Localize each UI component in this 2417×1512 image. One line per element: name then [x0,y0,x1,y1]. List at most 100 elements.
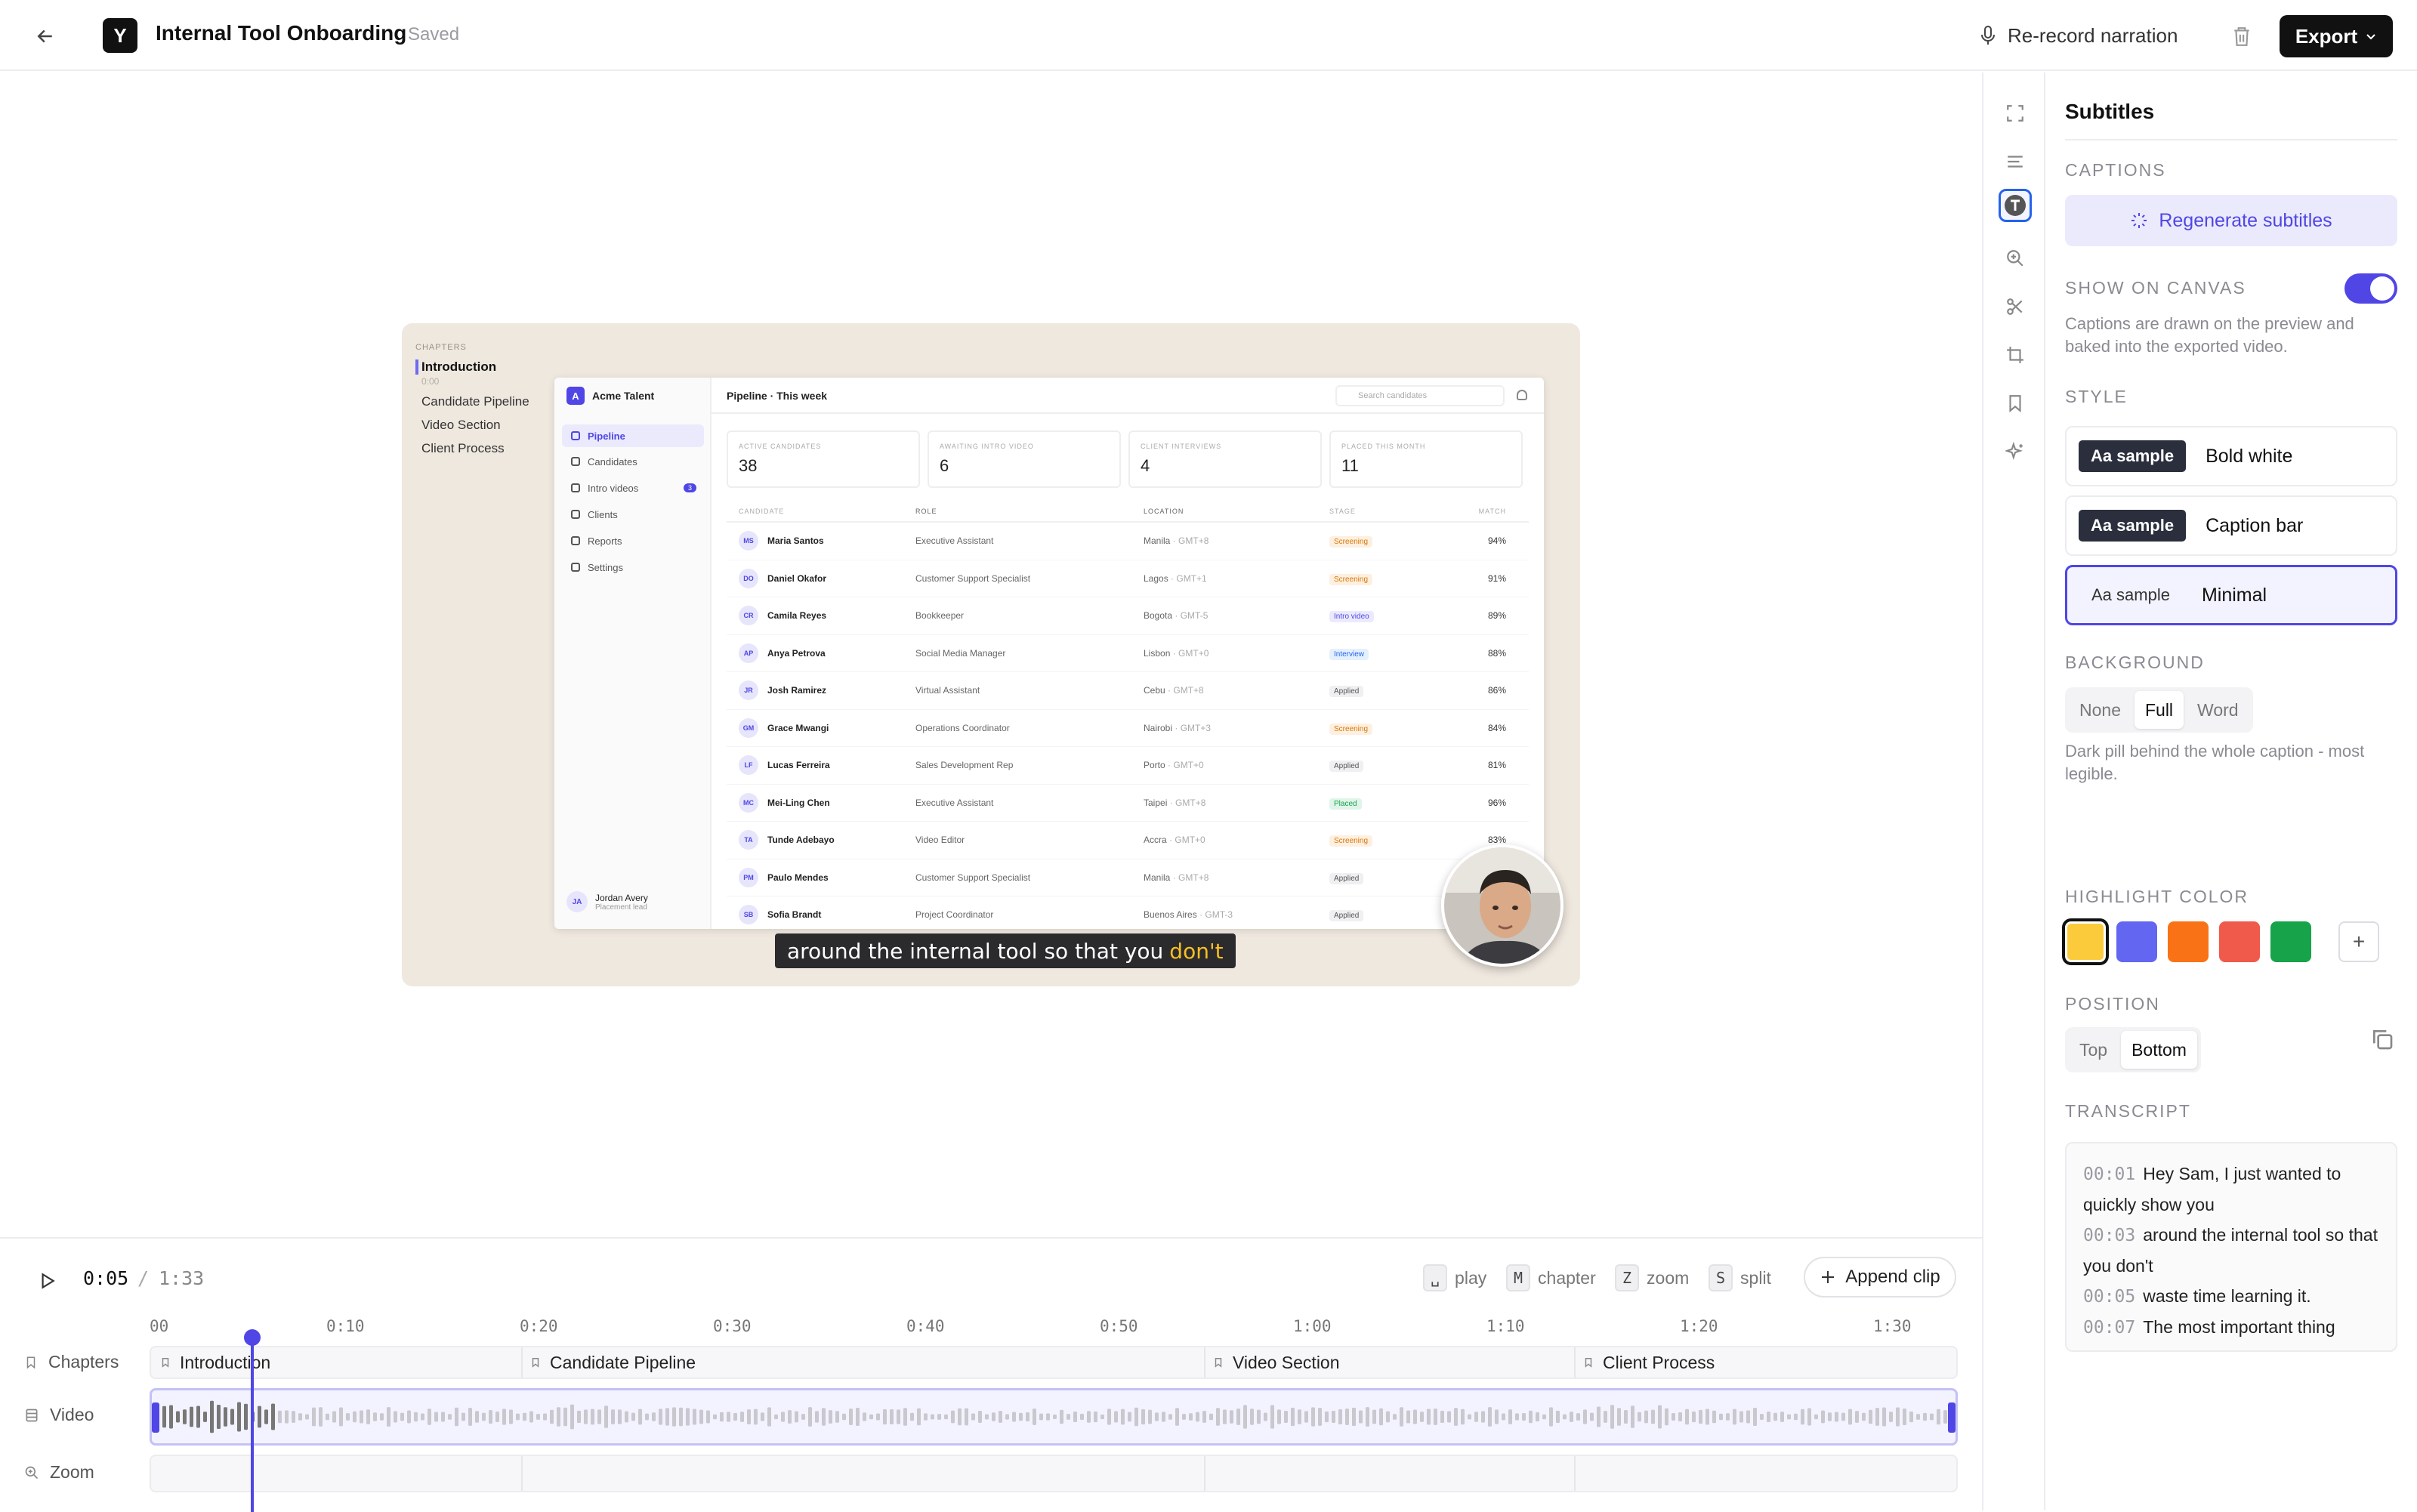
show-on-canvas-toggle[interactable] [2344,273,2397,304]
delete-button[interactable] [2227,21,2257,51]
waveform-bar [1175,1408,1179,1426]
chapter-item-video-section[interactable]: Video Section [415,418,566,433]
nav-icon [571,563,580,572]
recorded-nav-item-clients: Clients [562,503,704,526]
chapter-block-video-section[interactable]: Video Section [1213,1347,1340,1378]
chapters-tool[interactable] [1999,145,2032,178]
waveform-bar [1746,1410,1750,1424]
waveform-bar [822,1408,826,1426]
shortcut-play: ␣ play [1423,1263,1486,1293]
stat-label: PLACED THIS MONTH [1341,443,1426,450]
ruler-tick: 0:20 [520,1317,558,1335]
append-clip-button[interactable]: Append clip [1804,1257,1956,1298]
match-score: 88% [1487,647,1506,659]
waveform-bar [1767,1411,1770,1423]
position-option-bottom[interactable]: Bottom [2121,1031,2197,1069]
project-title[interactable]: Internal Tool Onboarding [156,21,406,45]
clip-end-handle[interactable] [1948,1402,1956,1433]
fullscreen-tool[interactable] [1999,97,2032,130]
waveform-bar [781,1412,785,1422]
chapter-item-client-process[interactable]: Client Process [415,441,566,456]
highlight-swatch[interactable] [2270,921,2311,962]
ruler-tick: 1:30 [1873,1317,1912,1335]
candidate-name: Lucas Ferreira [767,760,830,771]
transcript-line[interactable]: 00:07 The most important thing [2083,1312,2379,1343]
stat-label: CLIENT INTERVIEWS [1141,443,1222,450]
waveform-bar [414,1412,418,1422]
split-tool[interactable] [1999,290,2032,323]
waveform-bar [876,1413,880,1421]
waveform-bar [835,1411,839,1423]
rerecord-narration-button[interactable]: Re-record narration [1979,20,2178,51]
clip-start-handle[interactable] [152,1402,159,1433]
waveform-bar [1678,1412,1682,1422]
waveform-bar [1726,1413,1730,1421]
video-canvas[interactable]: CHAPTERS Introduction 0:00 Candidate Pip… [402,323,1580,986]
recorded-nav-item-settings: Settings [562,556,704,579]
waveform-bar [292,1411,295,1423]
zoom-tool[interactable] [1999,242,2032,275]
waveform-bar [387,1407,390,1427]
transcript-line[interactable]: 00:05 waste time learning it. [2083,1281,2379,1312]
style-option-bold-white[interactable]: Aa sample Bold white [2065,426,2397,486]
highlight-swatch[interactable] [2062,918,2109,965]
waveform-bar [1332,1411,1335,1423]
export-button[interactable]: Export [2280,15,2393,57]
caption-overlay[interactable]: around the internal tool so that you don… [775,933,1236,968]
waveform-bar [1379,1408,1383,1426]
highlight-color-heading: HIGHLIGHT COLOR [2065,887,2249,906]
style-option-minimal[interactable]: Aa sample Minimal [2065,565,2397,625]
waveform-bar [591,1409,594,1425]
background-option-word[interactable]: Word [2187,691,2249,729]
bookmark-icon [1585,1358,1592,1368]
effects-tool[interactable] [1999,435,2032,468]
ruler-tick: 1:00 [1293,1317,1332,1335]
chapter-block-candidate-pipeline[interactable]: Candidate Pipeline [530,1347,696,1378]
back-button[interactable] [30,21,60,51]
background-option-full[interactable]: Full [2134,691,2184,729]
stat-value: 38 [739,456,758,475]
avatar: GM [739,717,758,738]
waveform-bar [217,1404,221,1430]
chapter-block-introduction[interactable]: Introduction [160,1347,270,1378]
transcript-box[interactable]: 00:01 Hey Sam, I just wanted to quickly s… [2065,1142,2397,1352]
chapter-item-introduction[interactable]: Introduction [415,359,566,375]
user-role: Placement lead [595,903,647,912]
recorded-app-user: JA Jordan Avery Placement lead [566,891,648,912]
crop-tool[interactable] [1999,338,2032,372]
waveform-bar [808,1407,812,1427]
bookmark-tool[interactable] [1999,387,2032,420]
background-option-none[interactable]: None [2069,691,2131,729]
zoom-track[interactable] [150,1455,1958,1492]
waveform-bar [1033,1409,1036,1425]
waveform-bar [183,1409,187,1424]
position-option-top[interactable]: Top [2069,1031,2118,1069]
subtitles-tool[interactable] [1999,189,2032,222]
candidate-timezone: · GMT+8 [1168,685,1204,696]
presenter-avatar-icon [1444,847,1560,964]
play-button[interactable] [32,1266,62,1296]
webcam-bubble[interactable] [1441,844,1563,967]
panel-title: Subtitles [2065,100,2155,123]
transcript-line[interactable]: 00:03 around the internal tool so that yo… [2083,1220,2379,1281]
highlight-swatch[interactable] [2116,921,2157,962]
transcript-line[interactable]: 00:01 Hey Sam, I just wanted to quickly s… [2083,1159,2379,1220]
shortcut-label: split [1740,1267,1771,1288]
brand-name: Acme Talent [592,390,655,402]
candidate-name: Anya Petrova [767,647,826,659]
waveform-bar [1828,1412,1832,1421]
waveform-bar [829,1410,832,1424]
waveform-bar [1841,1412,1845,1421]
regenerate-subtitles-button[interactable]: Regenerate subtitles [2065,195,2397,246]
highlight-swatch[interactable] [2219,921,2260,962]
highlight-swatch[interactable] [2168,921,2209,962]
video-track-clip[interactable] [150,1388,1958,1446]
copy-transcript-button[interactable] [2370,1027,2397,1054]
match-score: 84% [1487,722,1506,733]
style-option-caption-bar[interactable]: Aa sample Caption bar [2065,495,2397,556]
chapter-block-client-process[interactable]: Client Process [1583,1347,1715,1378]
playhead[interactable] [244,1329,261,1512]
waveform-bar [1468,1414,1471,1420]
chapter-item-candidate-pipeline[interactable]: Candidate Pipeline [415,394,566,409]
add-color-button[interactable]: + [2338,921,2379,962]
